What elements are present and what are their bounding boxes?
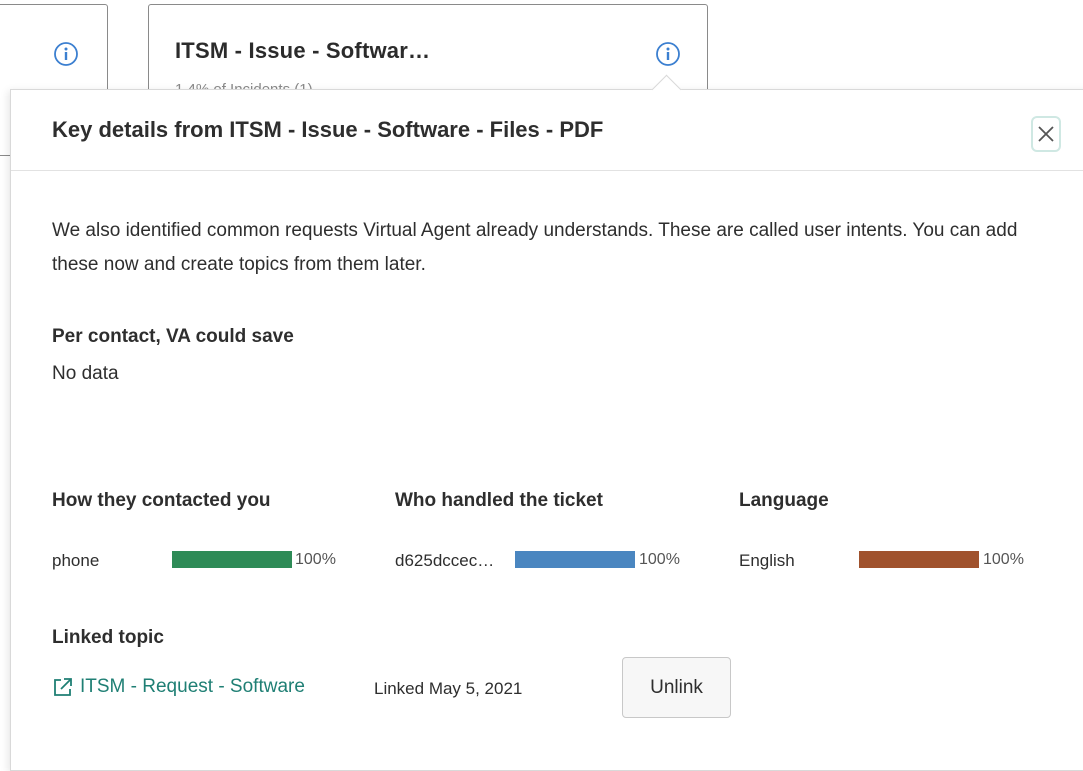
popover-header: Key details from ITSM - Issue - Software… [11, 90, 1083, 171]
stat-heading-handler: Who handled the ticket [395, 490, 603, 511]
stat-item-contact: phone [52, 551, 100, 570]
stat-heading-language: Language [739, 490, 829, 511]
info-icon[interactable] [53, 41, 79, 67]
external-link-icon [54, 678, 72, 696]
close-button[interactable] [1033, 118, 1059, 150]
stat-bar-contact [172, 551, 292, 568]
stat-bar-language [859, 551, 979, 568]
savings-label: Per contact, VA could save [52, 326, 294, 347]
unlink-button[interactable]: Unlink [622, 657, 731, 718]
linked-topic-label: Linked topic [52, 627, 164, 648]
stat-percent-language: 100% [983, 551, 1024, 568]
key-details-popover: Key details from ITSM - Issue - Software… [10, 74, 1083, 771]
stat-percent-contact: 100% [295, 551, 336, 568]
stat-bar-handler [515, 551, 635, 568]
savings-value: No data [52, 363, 119, 384]
stat-heading-contact: How they contacted you [52, 490, 271, 511]
stat-item-handler: d625dccec… [395, 551, 495, 570]
stat-percent-handler: 100% [639, 551, 680, 568]
intro-text: We also identified common requests Virtu… [52, 220, 1018, 275]
info-icon[interactable] [655, 41, 681, 67]
close-icon [1038, 126, 1054, 142]
popover-title: Key details from ITSM - Issue - Software… [52, 117, 604, 142]
linked-topic-name: ITSM - Request - Software [80, 676, 305, 697]
stat-item-language: English [739, 551, 795, 570]
topic-card-title: ITSM - Issue - Softwar… [175, 38, 431, 63]
linked-topic-link[interactable]: ITSM - Request - Software [52, 676, 305, 698]
linked-date: Linked May 5, 2021 [374, 679, 523, 698]
